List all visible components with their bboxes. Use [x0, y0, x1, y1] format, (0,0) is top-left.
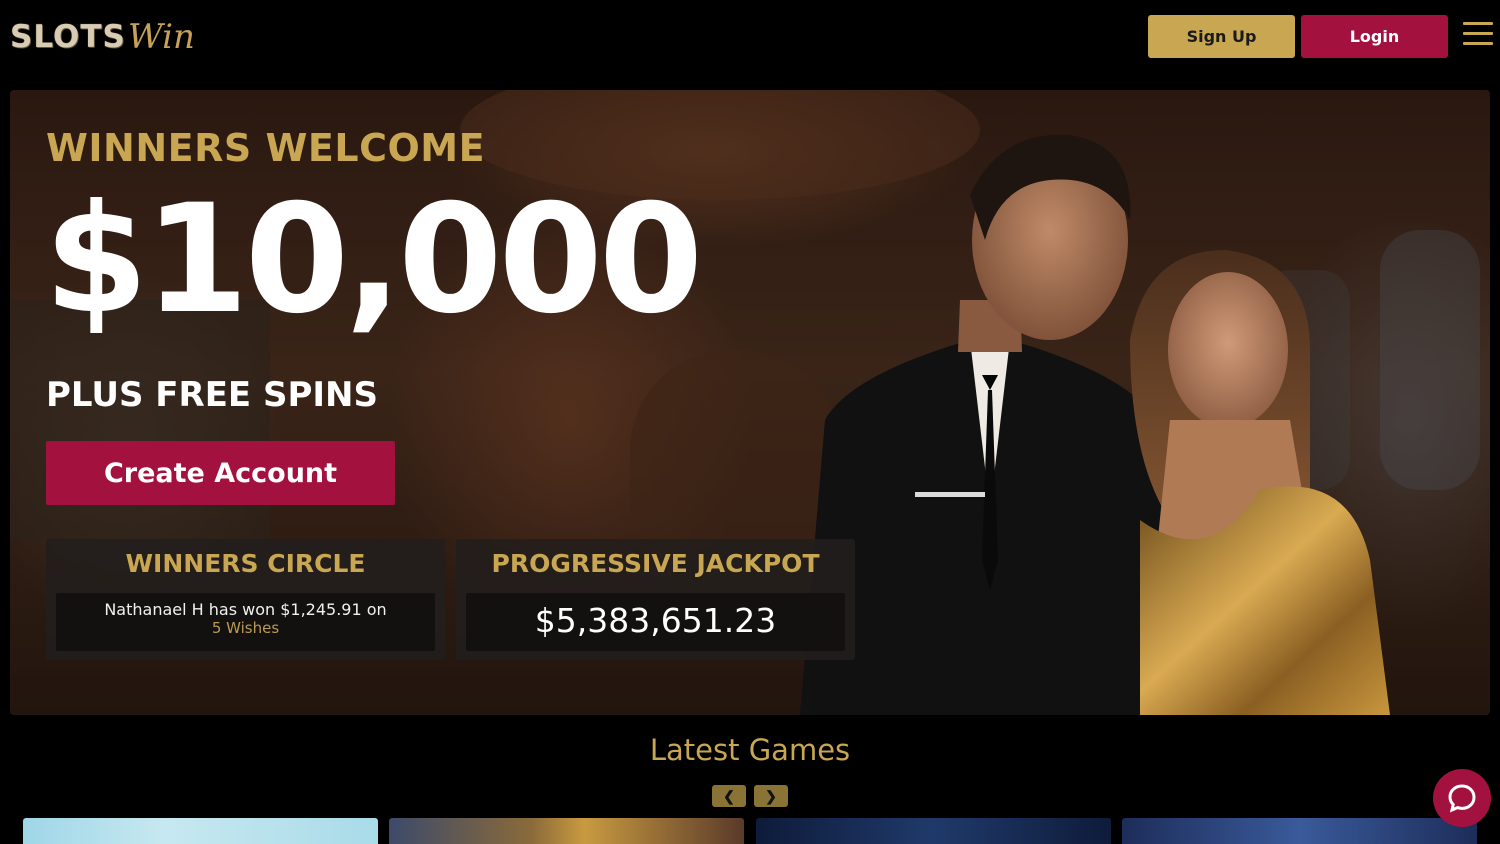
- winners-circle-box: Nathanael H has won $1,245.91 on 5 Wishe…: [56, 593, 435, 651]
- login-button[interactable]: Login: [1301, 15, 1448, 58]
- signup-button[interactable]: Sign Up: [1148, 15, 1295, 58]
- winners-circle-panel: WINNERS CIRCLE Nathanael H has won $1,24…: [46, 539, 445, 660]
- live-chat-button[interactable]: [1433, 769, 1491, 827]
- winners-circle-title: WINNERS CIRCLE: [125, 549, 366, 578]
- jackpot-title: PROGRESSIVE JACKPOT: [491, 549, 820, 578]
- game-card[interactable]: [756, 818, 1111, 844]
- hero-subheading: PLUS FREE SPINS: [46, 375, 378, 415]
- carousel-prev-button[interactable]: ❮: [712, 785, 746, 807]
- site-header: SLOTS Win Sign Up Login: [0, 0, 1500, 80]
- chat-bubble-icon: [1448, 784, 1476, 813]
- site-logo[interactable]: SLOTS Win: [10, 14, 195, 56]
- jackpot-value: $5,383,651.23: [534, 601, 777, 640]
- chevron-right-icon: ❯: [765, 788, 777, 804]
- game-card[interactable]: [1122, 818, 1477, 844]
- logo-text-slots: SLOTS: [10, 19, 126, 55]
- game-card[interactable]: [23, 818, 378, 844]
- chevron-left-icon: ❮: [723, 788, 735, 804]
- hero-kicker: WINNERS WELCOME: [46, 126, 486, 170]
- carousel-next-button[interactable]: ❯: [754, 785, 788, 807]
- jackpot-box: $5,383,651.23: [466, 593, 845, 651]
- hero-banner: WINNERS WELCOME $10,000 PLUS FREE SPINS …: [10, 90, 1490, 715]
- create-account-button[interactable]: Create Account: [46, 441, 395, 505]
- progressive-jackpot-panel: PROGRESSIVE JACKPOT $5,383,651.23: [456, 539, 855, 660]
- game-card[interactable]: [389, 818, 744, 844]
- hamburger-menu-icon[interactable]: [1463, 22, 1493, 46]
- winner-message: Nathanael H has won $1,245.91 on: [104, 600, 387, 619]
- logo-text-win: Win: [127, 17, 195, 57]
- latest-games-title: Latest Games: [649, 733, 851, 767]
- hero-bonus-amount: $10,000: [44, 173, 703, 347]
- winner-game-link[interactable]: 5 Wishes: [56, 619, 435, 637]
